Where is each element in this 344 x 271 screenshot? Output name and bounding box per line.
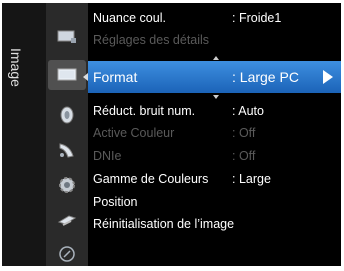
menu-item-label: Format	[93, 69, 138, 85]
submenu-arrow-icon[interactable]	[323, 70, 333, 84]
menu-item-label: Réduct. bruit num.	[93, 104, 196, 118]
menu-item-value: : Large	[232, 172, 271, 186]
scroll-up-icon	[213, 56, 219, 60]
menu-item-label: Réglages des détails	[93, 33, 210, 47]
category-title: Image	[8, 48, 24, 87]
menu-item-value: : Off	[232, 126, 256, 140]
setup-icon[interactable]	[57, 175, 77, 195]
menu-item-active-couleur: Active Couleur : Off	[88, 122, 341, 144]
menu-item-position[interactable]: Position	[88, 191, 341, 213]
menu-item-label: Active Couleur	[93, 126, 175, 140]
menu-item-nuance-coul[interactable]: Nuance coul. : Froide1	[88, 7, 341, 29]
channel-icon[interactable]	[57, 140, 77, 160]
menu-item-reduct-bruit[interactable]: Réduct. bruit num. : Auto	[88, 100, 341, 122]
osd-menu-panel: Image Nuance coul. : Froide1 Réglages de…	[2, 3, 341, 266]
menu-item-dnie: DNIe : Off	[88, 145, 341, 167]
category-sidebar: Image	[2, 3, 46, 266]
menu-item-label: DNIe	[93, 149, 122, 163]
menu-item-value: : Off	[232, 149, 256, 163]
menu-item-reglages-details: Réglages des détails	[88, 29, 341, 51]
menu-item-value: : Froide1	[232, 11, 282, 25]
category-icon-column	[46, 3, 88, 266]
menu-item-label: Réinitialisation de l’image	[93, 217, 235, 231]
menu-item-gamme-couleurs[interactable]: Gamme de Couleurs : Large	[88, 168, 341, 190]
menu-item-label: Nuance coul.	[93, 11, 166, 25]
menu-item-label: Gamme de Couleurs	[93, 172, 209, 186]
scroll-down-icon	[213, 95, 219, 99]
sound-icon[interactable]	[57, 105, 77, 125]
input-icon[interactable]	[57, 27, 77, 47]
menu-item-format[interactable]: Format : Large PC	[88, 61, 341, 93]
menu-item-reinitialisation[interactable]: Réinitialisation de l’image	[88, 213, 341, 235]
menu-item-label: Position	[93, 195, 138, 209]
input-source-icon[interactable]	[57, 210, 77, 230]
picture-icon[interactable]	[48, 60, 86, 90]
picture-settings-menu: Nuance coul. : Froide1 Réglages des déta…	[88, 3, 341, 266]
menu-item-value: : Large PC	[232, 69, 299, 85]
menu-item-value: : Auto	[232, 104, 264, 118]
support-icon[interactable]	[57, 244, 77, 264]
